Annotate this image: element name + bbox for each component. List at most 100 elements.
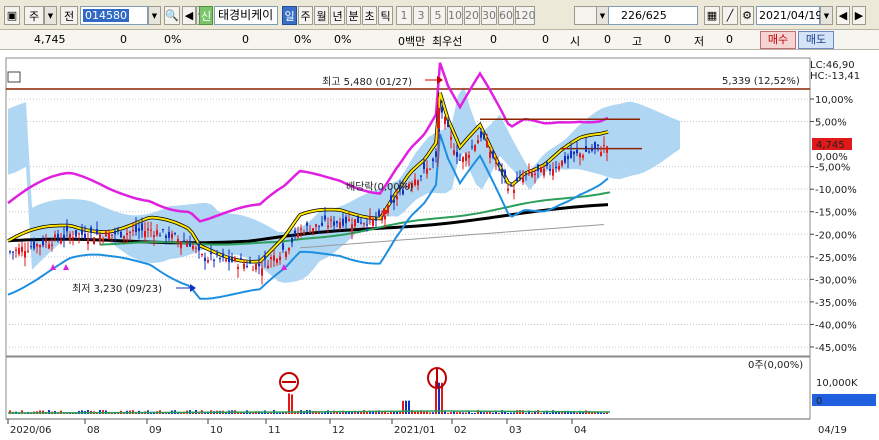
minute-interval-button[interactable]: 120	[515, 6, 536, 25]
candle-body	[417, 180, 419, 186]
line-tool-icon[interactable]: ╱	[722, 6, 738, 25]
volume-bar	[288, 393, 290, 414]
stock-code-input[interactable]: 014580	[80, 6, 148, 25]
candle-body	[39, 245, 41, 248]
volume-bar	[405, 400, 407, 414]
open-value: 0	[604, 33, 611, 46]
candle-body	[273, 255, 275, 261]
data-count-field[interactable]: 226/625	[608, 6, 698, 25]
custom-interval-input[interactable]	[574, 6, 598, 25]
candle-body	[63, 234, 65, 239]
interval-tab[interactable]: 분	[346, 6, 361, 25]
x-tick-label: 10	[210, 425, 223, 436]
hc-label: HC:-13,41	[810, 71, 860, 82]
candle-body	[393, 199, 395, 203]
period-dropdown-icon[interactable]: ▼	[44, 6, 57, 25]
prev-button[interactable]: 전	[60, 6, 78, 25]
candle-body	[246, 265, 248, 267]
low-value: 0	[726, 33, 733, 46]
nav-left-icon[interactable]: ◀	[836, 6, 850, 25]
interval-tab[interactable]: 틱	[378, 6, 393, 25]
candle-body	[165, 235, 167, 238]
candle-body	[228, 256, 230, 263]
x-tick-label: 03	[509, 425, 522, 436]
candle-body	[132, 230, 134, 232]
candle-body	[486, 141, 488, 148]
candle-body	[495, 162, 497, 164]
sell-button[interactable]: 매도	[798, 31, 834, 49]
candle-body	[234, 258, 236, 261]
volume-bar	[390, 411, 392, 414]
code-dropdown-icon[interactable]: ▼	[148, 6, 161, 25]
date-input[interactable]: 2021/04/19	[756, 6, 822, 25]
minute-interval-button[interactable]: 30	[481, 6, 497, 25]
volume-tick-label: 0	[816, 396, 822, 407]
volume-bar	[447, 412, 449, 414]
volume-bar	[531, 412, 533, 414]
candle-body	[330, 219, 332, 221]
interval-tab[interactable]: 년	[330, 6, 345, 25]
nav-right-icon[interactable]: ▶	[852, 6, 866, 25]
volume-bar	[408, 400, 410, 414]
candle-body	[84, 233, 86, 238]
candle-body	[453, 150, 455, 155]
volume-bar	[276, 412, 278, 414]
grid-settings-icon[interactable]: ▦	[704, 6, 720, 25]
candle-body	[60, 239, 62, 244]
interval-tab[interactable]: 월	[314, 6, 329, 25]
minute-interval-button[interactable]: 60	[498, 6, 514, 25]
candle-body	[540, 167, 542, 173]
candle-body	[465, 153, 467, 161]
volume-bar	[198, 412, 200, 414]
candle-body	[81, 229, 83, 235]
candle-body	[267, 265, 269, 269]
y-tick-label: -20,00%	[815, 230, 857, 241]
candle-body	[603, 144, 605, 146]
candle-body	[300, 228, 302, 230]
candle-body	[249, 261, 251, 264]
stock-chart[interactable]: 5,339 (12,52%) LC:46,90 HC:-13,41 4,745 0,00…	[0, 50, 879, 440]
minute-interval-button[interactable]: 10	[447, 6, 463, 25]
candle-body	[369, 216, 371, 220]
change-percent: 0%	[164, 33, 182, 46]
candle-body	[183, 240, 185, 242]
minute-interval-button[interactable]: 3	[413, 6, 429, 25]
candle-body	[276, 259, 278, 263]
candle-body	[588, 151, 590, 153]
candle-body	[456, 151, 458, 157]
candle-body	[543, 168, 545, 176]
minute-interval-button[interactable]: 20	[464, 6, 480, 25]
y-tick-label: -25,00%	[815, 253, 857, 264]
candle-body	[174, 232, 176, 234]
candle-body	[513, 190, 515, 193]
volume-bar	[525, 412, 527, 414]
volume-bar	[468, 411, 470, 414]
sound-icon[interactable]: ◀	[182, 6, 196, 25]
interval-tab[interactable]: 일	[282, 6, 297, 25]
period-select[interactable]: 주	[24, 6, 44, 25]
candle-body	[522, 177, 524, 183]
volume-bar	[543, 412, 545, 414]
volume-bar	[462, 412, 464, 414]
candle-body	[396, 196, 398, 200]
interval-tab[interactable]: 초	[362, 6, 377, 25]
candle-body	[291, 237, 293, 243]
credit-badge: 신	[199, 6, 213, 25]
candle-body	[378, 210, 380, 217]
search-icon[interactable]: 🔍	[164, 6, 180, 25]
minute-interval-button[interactable]: 1	[396, 6, 412, 25]
chart-canvas[interactable]: 5,339 (12,52%) LC:46,90HC:-13,41 4,7450,00…	[0, 50, 879, 440]
chart-window-icon[interactable]: ▣	[4, 6, 20, 25]
candle-body	[108, 233, 110, 240]
minute-interval-button[interactable]: 5	[430, 6, 446, 25]
candle-body	[162, 229, 164, 231]
calendar-dropdown-icon[interactable]: ▼	[820, 6, 833, 25]
interval-tab[interactable]: 주	[298, 6, 313, 25]
change-value: 0	[120, 33, 127, 46]
candle-body	[27, 250, 29, 252]
gear-icon[interactable]: ⚙	[740, 6, 754, 25]
volume-bar	[465, 412, 467, 414]
buy-button[interactable]: 매수	[760, 31, 796, 49]
candle-body	[288, 248, 290, 251]
volume-bar	[498, 412, 500, 414]
